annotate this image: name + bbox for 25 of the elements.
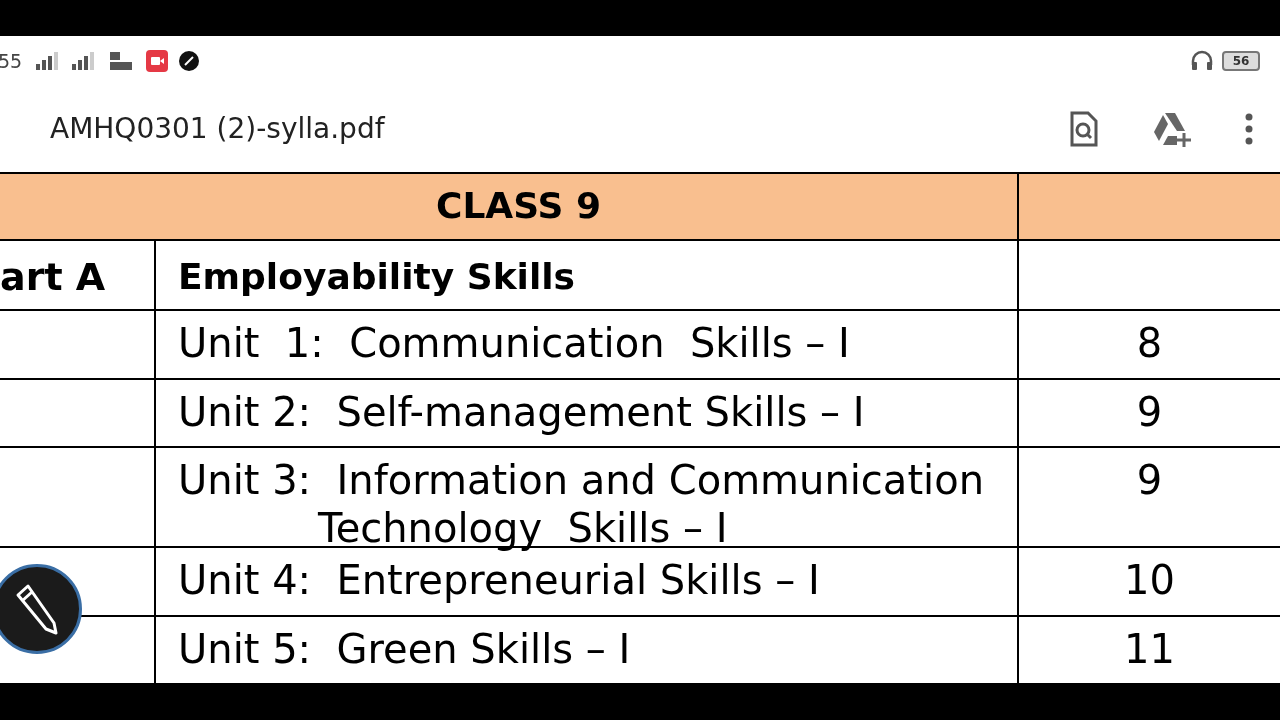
unit-title: Employability Skills — [178, 255, 577, 300]
drive-add-icon — [1153, 111, 1193, 147]
unit-title: Unit 2: Self-management Skills – I — [178, 387, 866, 437]
unit-title-continuation: Technology Skills – I — [317, 508, 729, 549]
app-icon — [178, 50, 201, 72]
class-heading: CLASS 9 — [434, 184, 601, 228]
more-options-button[interactable] — [1244, 111, 1254, 147]
headphones-icon — [1190, 49, 1214, 73]
record-icon — [146, 50, 169, 72]
status-time: 55 — [0, 48, 23, 74]
unit-title: Unit 4: Entrepreneurial Skills – I — [178, 556, 821, 606]
file-search-icon — [1069, 111, 1099, 147]
more-icon — [1245, 113, 1253, 145]
hours-value: 9 — [1136, 456, 1163, 506]
battery-level: 56 — [1232, 55, 1250, 67]
hours-value: 10 — [1124, 556, 1175, 606]
part-label: art A — [0, 254, 106, 302]
unit-title: Unit 5: Green Skills – I — [178, 624, 632, 674]
hours-value: 9 — [1136, 387, 1163, 437]
file-title: AMHQ0301 (2)-sylla.pdf — [50, 111, 385, 147]
unit-title: Unit 1: Communication Skills – I — [178, 319, 851, 369]
hours-value: 11 — [1124, 624, 1175, 674]
pencil-icon — [14, 583, 60, 635]
unit-title: Unit 3: Information and Communication — [178, 456, 985, 506]
hours-value: 8 — [1136, 319, 1163, 369]
